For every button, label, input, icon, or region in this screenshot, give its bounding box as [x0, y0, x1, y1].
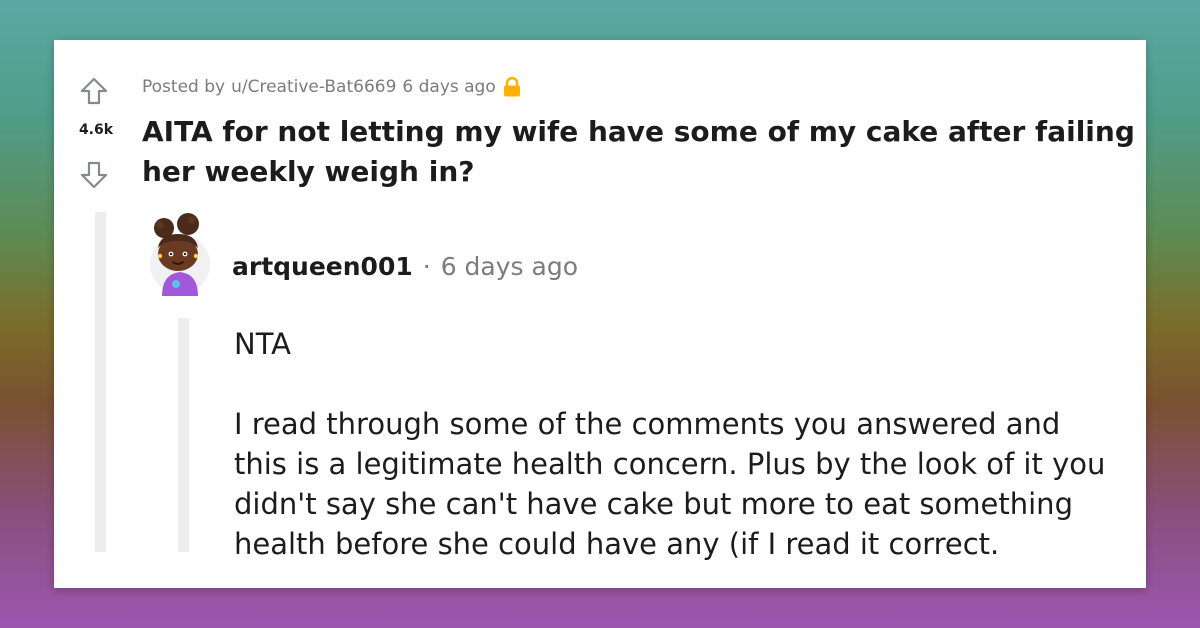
thread-line[interactable] — [95, 212, 106, 552]
post-card: 4.6k Posted by u/Creative-Bat6669 6 days… — [54, 40, 1146, 588]
downvote-arrow-icon[interactable] — [79, 160, 109, 190]
lock-icon — [502, 76, 522, 98]
comment-paragraph: I read through some of the comments you … — [234, 407, 1106, 561]
vote-score: 4.6k — [78, 122, 114, 138]
comment-age[interactable]: 6 days ago — [441, 252, 578, 281]
comment-username[interactable]: artqueen001 — [232, 252, 413, 281]
comment-paragraph: NTA — [234, 327, 291, 361]
snoo-avatar[interactable] — [146, 212, 214, 296]
post-title[interactable]: AITA for not letting my wife have some o… — [142, 112, 1137, 192]
upvote-arrow-icon[interactable] — [79, 76, 109, 106]
comment-header: artqueen001 · 6 days ago — [232, 252, 578, 281]
posted-by-label: Posted by — [142, 77, 226, 97]
post-age: 6 days ago — [402, 77, 496, 97]
post-meta: Posted by u/Creative-Bat6669 6 days ago — [142, 76, 522, 98]
post-author-link[interactable]: u/Creative-Bat6669 — [231, 77, 396, 97]
comment-thread-line[interactable] — [178, 318, 189, 552]
meta-separator: · — [422, 252, 431, 281]
comment-body: NTA I read through some of the comments … — [234, 324, 1114, 564]
